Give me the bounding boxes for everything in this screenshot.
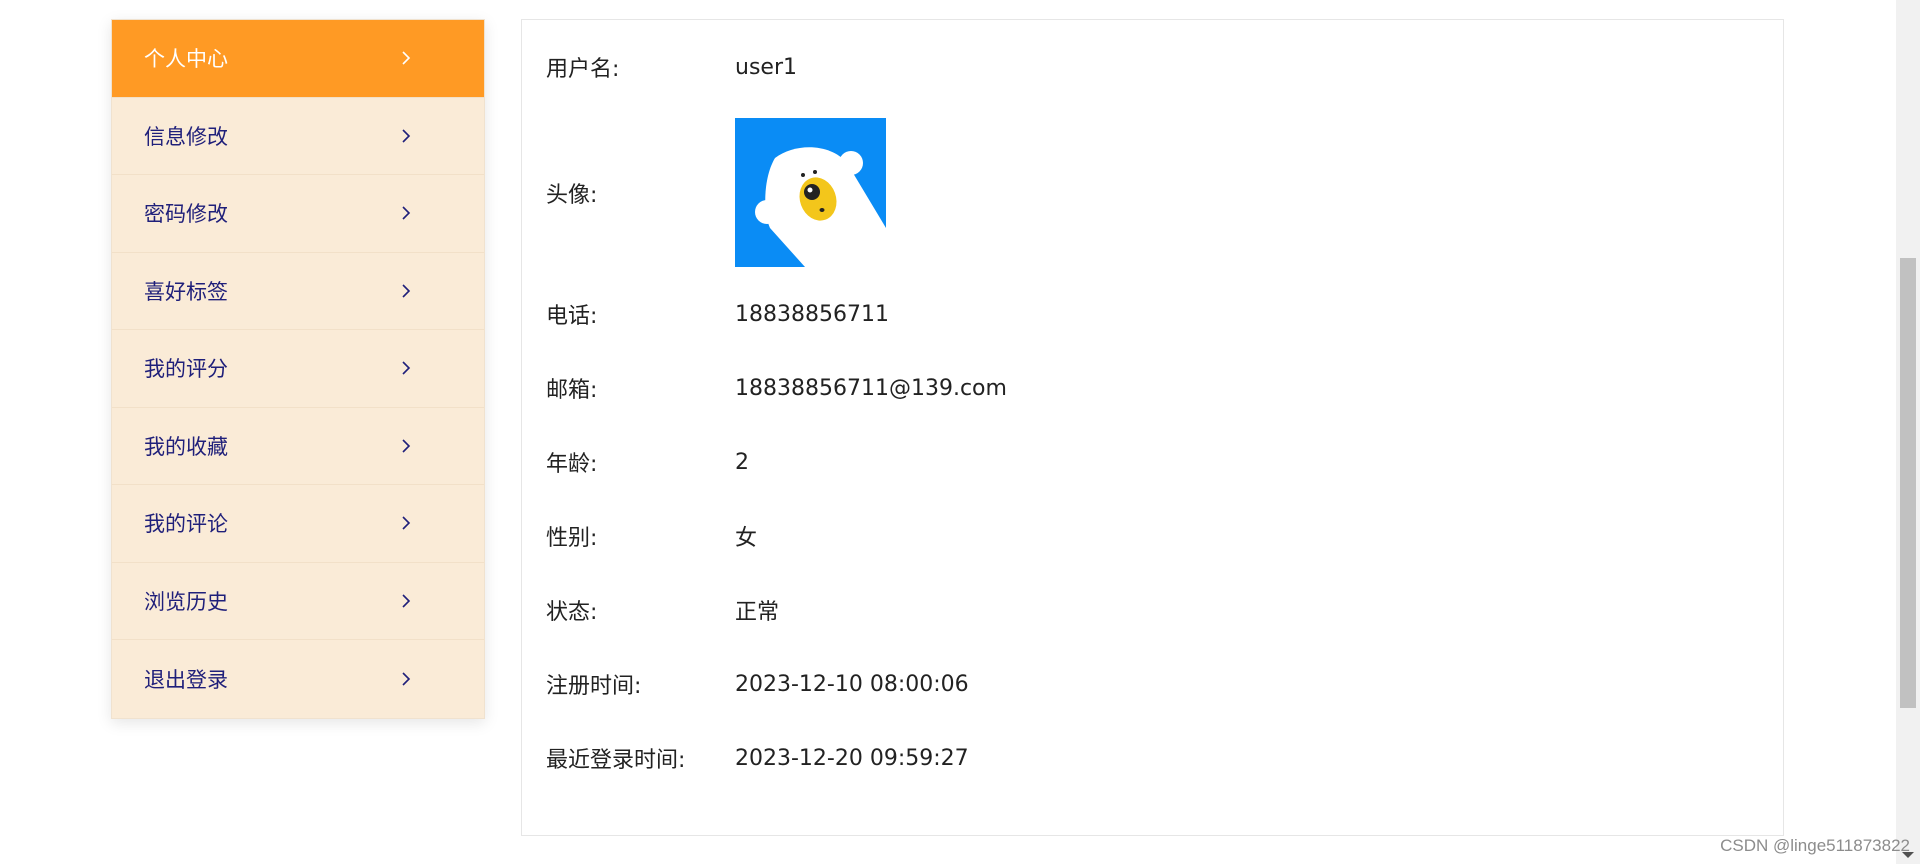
sidebar-item-label: 退出登录 — [144, 667, 228, 692]
sidebar-item-change-password[interactable]: 密码修改 — [112, 175, 484, 253]
sidebar-item-label: 我的评分 — [144, 357, 228, 382]
sidebar-item-my-comments[interactable]: 我的评论 — [112, 485, 484, 563]
register-time-row: 注册时间: 2023-12-10 08:00:06 — [546, 668, 969, 700]
last-login-value: 2023-12-20 09:59:27 — [735, 745, 969, 771]
profile-panel: 用户名: user1 头像: 电话: 18838856711 邮箱: 18838… — [521, 19, 1784, 836]
phone-row: 电话: 18838856711 — [546, 298, 889, 330]
phone-value: 18838856711 — [735, 301, 889, 327]
gender-row: 性别: 女 — [546, 520, 757, 552]
scrollbar-thumb[interactable] — [1900, 258, 1916, 708]
avatar-label: 头像: — [546, 182, 598, 208]
status-label: 状态: — [546, 600, 598, 625]
status-row: 状态: 正常 — [546, 594, 779, 626]
phone-label: 电话: — [546, 304, 598, 329]
age-label: 年龄: — [546, 452, 598, 477]
gender-value: 女 — [735, 526, 758, 551]
chevron-right-icon — [398, 515, 414, 531]
sidebar-menu: 个人中心 信息修改 密码修改 喜好标签 我的评分 我的收藏 我的评论 浏览历史 … — [111, 19, 485, 719]
gender-label: 性别: — [546, 526, 598, 551]
chevron-right-icon — [398, 50, 414, 66]
sidebar-item-browse-history[interactable]: 浏览历史 — [112, 563, 484, 640]
chevron-right-icon — [398, 128, 414, 144]
sidebar-item-personal-center[interactable]: 个人中心 — [112, 20, 484, 98]
age-value: 2 — [735, 449, 749, 475]
sidebar-item-preference-tags[interactable]: 喜好标签 — [112, 253, 484, 330]
email-label: 邮箱: — [546, 378, 598, 403]
status-value: 正常 — [735, 600, 780, 625]
sidebar-item-my-ratings[interactable]: 我的评分 — [112, 330, 484, 408]
username-value: user1 — [735, 54, 797, 80]
sidebar-item-label: 个人中心 — [144, 47, 228, 72]
sidebar-item-label: 密码修改 — [144, 202, 228, 227]
chevron-right-icon — [398, 593, 414, 609]
email-row: 邮箱: 18838856711@139.com — [546, 372, 1007, 404]
vertical-scrollbar[interactable] — [1896, 0, 1920, 864]
sidebar-item-label: 信息修改 — [144, 124, 228, 149]
chevron-right-icon — [398, 438, 414, 454]
last-login-row: 最近登录时间: 2023-12-20 09:59:27 — [546, 742, 969, 774]
watermark: CSDN @linge511873822 — [1720, 836, 1910, 855]
sidebar-item-label: 喜好标签 — [144, 279, 228, 304]
chevron-right-icon — [398, 205, 414, 221]
username-row: 用户名: user1 — [546, 51, 797, 83]
age-row: 年龄: 2 — [546, 446, 749, 478]
avatar — [735, 118, 886, 267]
sidebar-item-my-favorites[interactable]: 我的收藏 — [112, 408, 484, 485]
email-value: 18838856711@139.com — [735, 375, 1007, 401]
sidebar-item-label: 我的收藏 — [144, 434, 228, 459]
sidebar-item-edit-info[interactable]: 信息修改 — [112, 98, 484, 175]
register-time-value: 2023-12-10 08:00:06 — [735, 671, 969, 697]
chevron-right-icon — [398, 283, 414, 299]
sidebar-item-logout[interactable]: 退出登录 — [112, 640, 484, 718]
sidebar-item-label: 我的评论 — [144, 512, 228, 537]
username-label: 用户名: — [546, 57, 620, 82]
avatar-row: 头像: — [546, 118, 886, 267]
chevron-right-icon — [398, 360, 414, 376]
last-login-label: 最近登录时间: — [546, 748, 686, 773]
register-time-label: 注册时间: — [546, 674, 642, 699]
chevron-right-icon — [398, 671, 414, 687]
sidebar-item-label: 浏览历史 — [144, 589, 228, 614]
